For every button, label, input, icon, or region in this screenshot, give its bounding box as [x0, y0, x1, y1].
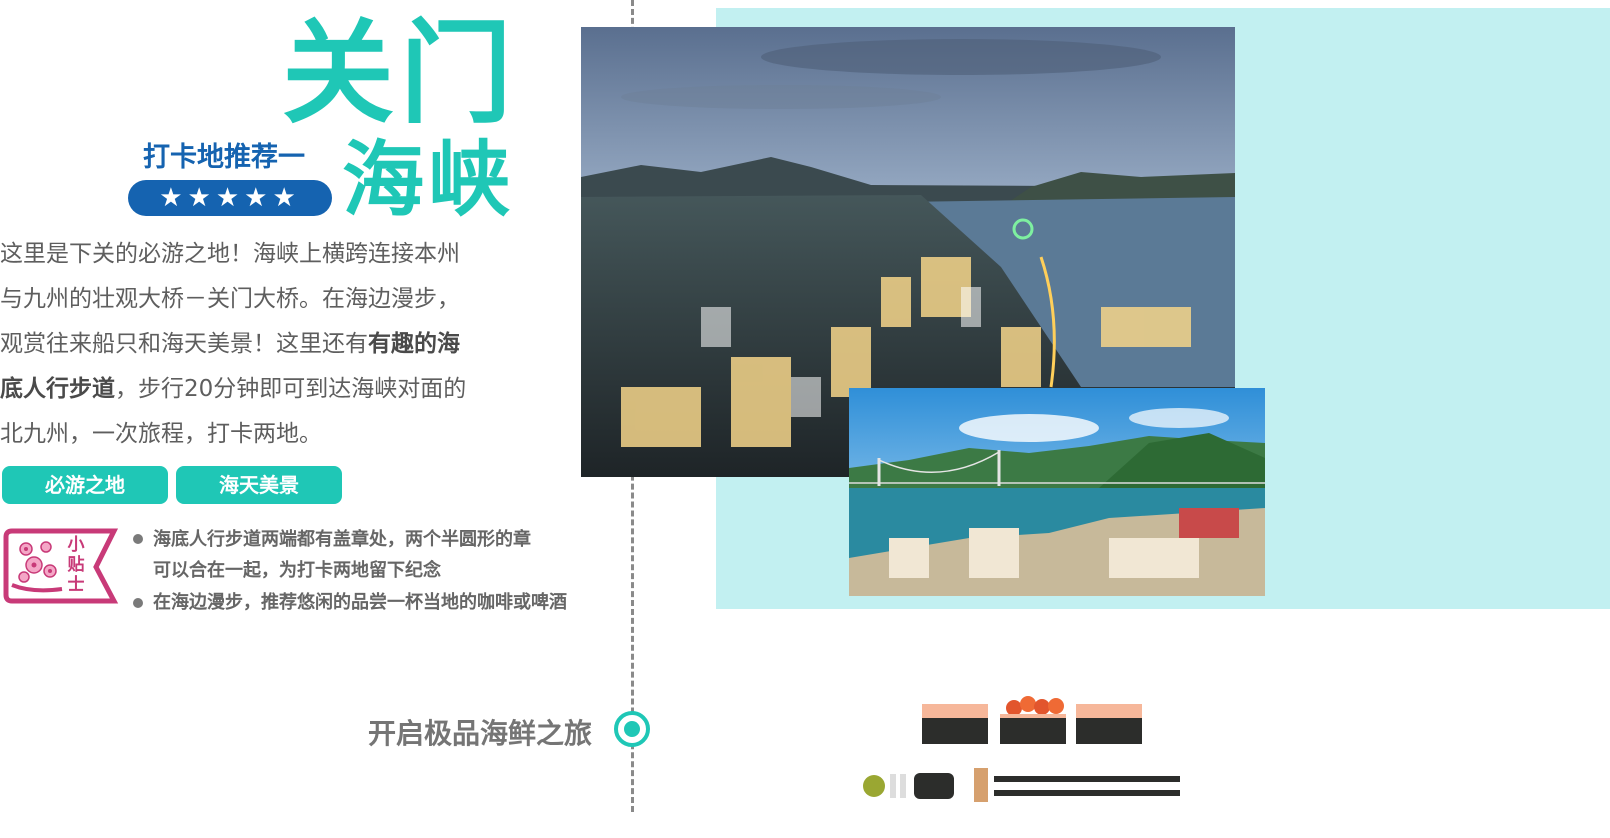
- sushi-icon: [922, 696, 1142, 744]
- page-title-line1: 关门: [282, 9, 518, 139]
- rating-stars: ★★★★★: [128, 180, 332, 216]
- strait-bridge-photo: [849, 388, 1265, 596]
- journey-caption: 开启极品海鲜之旅: [368, 717, 593, 750]
- tip-item-1-cont: 可以合在一起，为打卡两地留下纪念: [153, 560, 441, 581]
- chopsticks-icon: [863, 768, 1180, 802]
- tip-item-1: 海底人行步道两端都有盖章处，两个半圆形的章: [153, 529, 531, 550]
- tag-must-visit: 必游之地: [2, 466, 168, 504]
- tag-sea-sky-view: 海天美景: [176, 466, 342, 504]
- description-line: 这里是下关的必游之地！海峡上横跨连接本州: [0, 241, 460, 267]
- description-paragraph: 这里是下关的必游之地！海峡上横跨连接本州 与九州的壮观大桥－关门大桥。在海边漫步…: [0, 232, 525, 457]
- page-title-line2: 海峡: [342, 133, 515, 228]
- recommend-label: 打卡地推荐一: [143, 142, 305, 173]
- bullet-dot: [133, 534, 143, 544]
- description-line: 北九州，一次旅程，打卡两地。: [0, 421, 322, 447]
- description-line: 与九州的壮观大桥－关门大桥。在海边漫步，: [0, 286, 460, 312]
- tip-item-2: 在海边漫步，推荐悠闲的品尝一杯当地的咖啡或啤酒: [153, 592, 567, 613]
- tips-badge: 小 贴 士: [2, 527, 120, 605]
- timeline-marker-dot: [624, 721, 640, 737]
- sakura-icon: [18, 541, 57, 583]
- description-line: 底人行步道，步行20分钟即可到达海峡对面的: [0, 376, 467, 402]
- bullet-dot: [133, 598, 143, 608]
- description-line: 观赏往来船只和海天美景！这里还有有趣的海: [0, 331, 460, 357]
- tips-badge-label: 小 贴 士: [67, 535, 85, 595]
